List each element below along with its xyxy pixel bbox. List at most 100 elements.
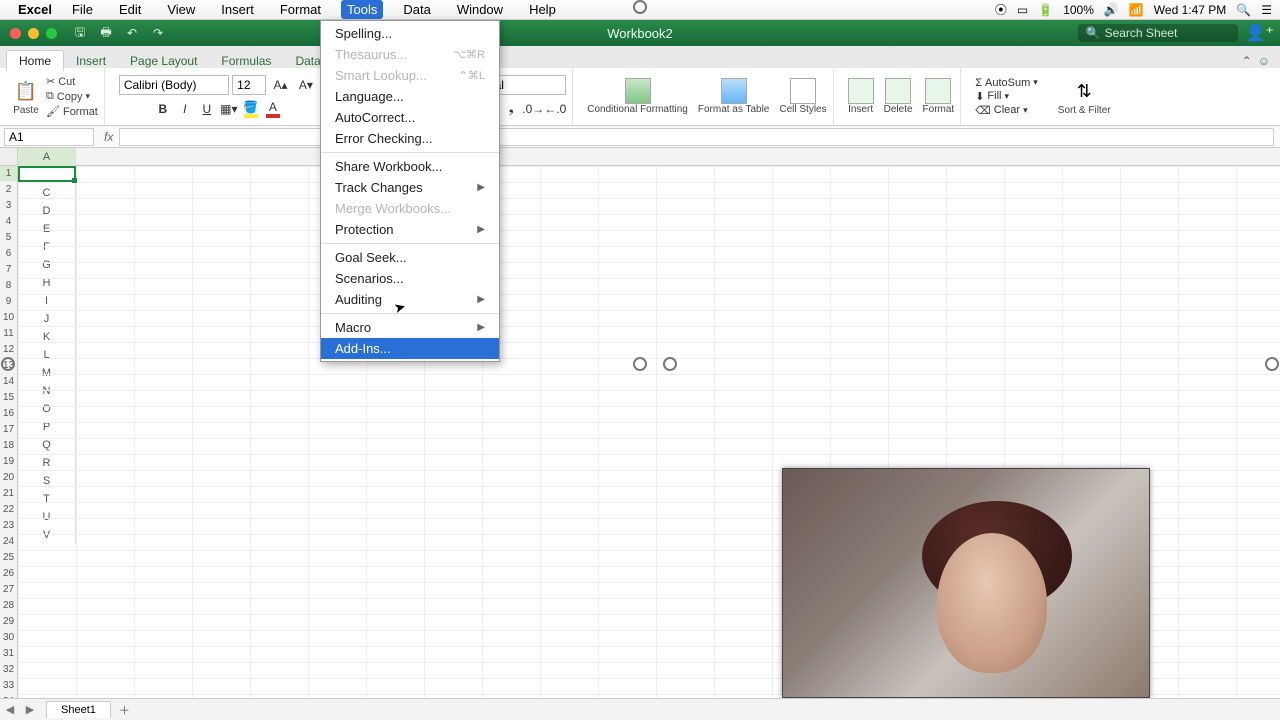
underline-button[interactable]: U	[196, 99, 218, 119]
font-size-select[interactable]	[232, 75, 266, 95]
row-header[interactable]: 31	[0, 646, 17, 662]
row-header[interactable]: 9	[0, 294, 17, 310]
clear-button[interactable]: ⌫Clear▾	[975, 104, 1038, 117]
row-header[interactable]: 7	[0, 262, 17, 278]
delete-icon[interactable]	[885, 78, 911, 104]
fx-icon[interactable]: fx	[104, 130, 113, 144]
menu-window[interactable]: Window	[451, 0, 509, 19]
wifi-icon[interactable]: 📶	[1129, 3, 1144, 17]
fill-color-button[interactable]: 🪣	[240, 99, 262, 119]
tools-add-ins[interactable]: Add-Ins...	[321, 338, 499, 359]
row-header[interactable]: 33	[0, 678, 17, 694]
tools-spelling[interactable]: Spelling...	[321, 23, 499, 44]
row-header[interactable]: 25	[0, 550, 17, 566]
border-button[interactable]: ▦▾	[218, 99, 240, 119]
row-header[interactable]: 29	[0, 614, 17, 630]
sheet-nav-next[interactable]: ▶	[20, 703, 40, 716]
row-header[interactable]: 20	[0, 470, 17, 486]
row-header[interactable]: 32	[0, 662, 17, 678]
tools-autocorrect[interactable]: AutoCorrect...	[321, 107, 499, 128]
tools-menu-dropdown[interactable]: Spelling...Thesaurus...⌥⌘RSmart Lookup..…	[320, 20, 500, 362]
tools-auditing[interactable]: Auditing▶	[321, 289, 499, 310]
sheet-tab[interactable]: Sheet1	[46, 701, 111, 718]
menu-help[interactable]: Help	[523, 0, 562, 19]
menu-icon[interactable]: ☰	[1261, 3, 1272, 17]
select-all-corner[interactable]	[0, 148, 18, 165]
decrease-decimal-button[interactable]: ←.0	[544, 99, 566, 119]
volume-icon[interactable]: 🔊	[1104, 3, 1119, 17]
share-icon[interactable]: 👤⁺	[1246, 23, 1274, 43]
font-color-button[interactable]: A	[262, 99, 284, 119]
sheet-nav-prev[interactable]: ◀	[0, 703, 20, 716]
menu-edit[interactable]: Edit	[113, 0, 147, 19]
increase-decimal-button[interactable]: .0→	[522, 99, 544, 119]
tools-share-workbook[interactable]: Share Workbook...	[321, 156, 499, 177]
tools-goal-seek[interactable]: Goal Seek...	[321, 247, 499, 268]
menu-tools[interactable]: Tools	[341, 0, 383, 19]
col-header[interactable]: A	[18, 148, 76, 166]
autosum-button[interactable]: ΣAutoSum▾	[975, 77, 1038, 89]
sort-filter-icon[interactable]: ⇅	[1070, 77, 1098, 105]
row-header[interactable]: 19	[0, 454, 17, 470]
tools-protection[interactable]: Protection▶	[321, 219, 499, 240]
copy-button[interactable]: ⧉Copy▾	[46, 90, 98, 103]
add-sheet-button[interactable]: ＋	[119, 702, 130, 718]
comma-button[interactable]: ❟	[500, 99, 522, 119]
insert-icon[interactable]	[848, 78, 874, 104]
print-icon[interactable]: 🖶	[95, 24, 117, 42]
row-header[interactable]: 24	[0, 534, 17, 550]
row-header[interactable]: 21	[0, 486, 17, 502]
menu-file[interactable]: File	[66, 0, 99, 19]
tools-macro[interactable]: Macro▶	[321, 317, 499, 338]
tools-language[interactable]: Language...	[321, 86, 499, 107]
ribbon-collapse-icon[interactable]: ⌃	[1242, 54, 1252, 68]
row-header[interactable]: 18	[0, 438, 17, 454]
row-header[interactable]: 2	[0, 182, 17, 198]
cell-styles-icon[interactable]	[790, 78, 816, 104]
row-header[interactable]: 10	[0, 310, 17, 326]
name-box[interactable]	[4, 128, 94, 146]
minimize-icon[interactable]	[28, 28, 39, 39]
menu-data[interactable]: Data	[397, 0, 436, 19]
paste-icon[interactable]: 📋	[12, 77, 40, 105]
row-header[interactable]: 3	[0, 198, 17, 214]
fill-button[interactable]: ⬇Fill▾	[975, 90, 1038, 103]
close-icon[interactable]	[10, 28, 21, 39]
save-icon[interactable]: 🖫	[69, 24, 91, 42]
row-header[interactable]: 28	[0, 598, 17, 614]
zoom-icon[interactable]	[46, 28, 57, 39]
row-header[interactable]: 8	[0, 278, 17, 294]
row-header[interactable]: 26	[0, 566, 17, 582]
row-header[interactable]: 16	[0, 406, 17, 422]
menu-insert[interactable]: Insert	[215, 0, 260, 19]
spotlight-icon[interactable]: 🔍	[1236, 3, 1251, 17]
row-header[interactable]: 1	[0, 166, 17, 182]
row-header[interactable]: 11	[0, 326, 17, 342]
row-header[interactable]: 6	[0, 246, 17, 262]
formula-input[interactable]	[119, 128, 1274, 146]
redo-icon[interactable]: ↷	[147, 24, 169, 42]
display-icon[interactable]: ▭	[1017, 3, 1028, 17]
row-header[interactable]: 12	[0, 342, 17, 358]
format-as-table-icon[interactable]	[721, 78, 747, 104]
smiley-icon[interactable]: ☺	[1258, 54, 1270, 68]
undo-icon[interactable]: ↶	[121, 24, 143, 42]
row-header[interactable]: 23	[0, 518, 17, 534]
increase-font-button[interactable]: A▴	[270, 75, 292, 95]
row-header[interactable]: 27	[0, 582, 17, 598]
traffic-lights[interactable]	[0, 28, 67, 39]
font-name-select[interactable]	[119, 75, 229, 95]
row-header[interactable]: 17	[0, 422, 17, 438]
row-header[interactable]: 22	[0, 502, 17, 518]
bold-button[interactable]: B	[152, 99, 174, 119]
search-sheet[interactable]: 🔍 Search Sheet	[1078, 24, 1238, 42]
row-header[interactable]: 14	[0, 374, 17, 390]
decrease-font-button[interactable]: A▾	[295, 75, 317, 95]
battery-icon[interactable]: 🔋	[1038, 3, 1053, 17]
menu-format[interactable]: Format	[274, 0, 327, 19]
tools-error-checking[interactable]: Error Checking...	[321, 128, 499, 149]
row-headers[interactable]: 1234567891011121314151617181920212223242…	[0, 166, 18, 706]
selected-cell[interactable]	[18, 166, 76, 182]
app-name[interactable]: Excel	[18, 2, 52, 17]
row-header[interactable]: 4	[0, 214, 17, 230]
